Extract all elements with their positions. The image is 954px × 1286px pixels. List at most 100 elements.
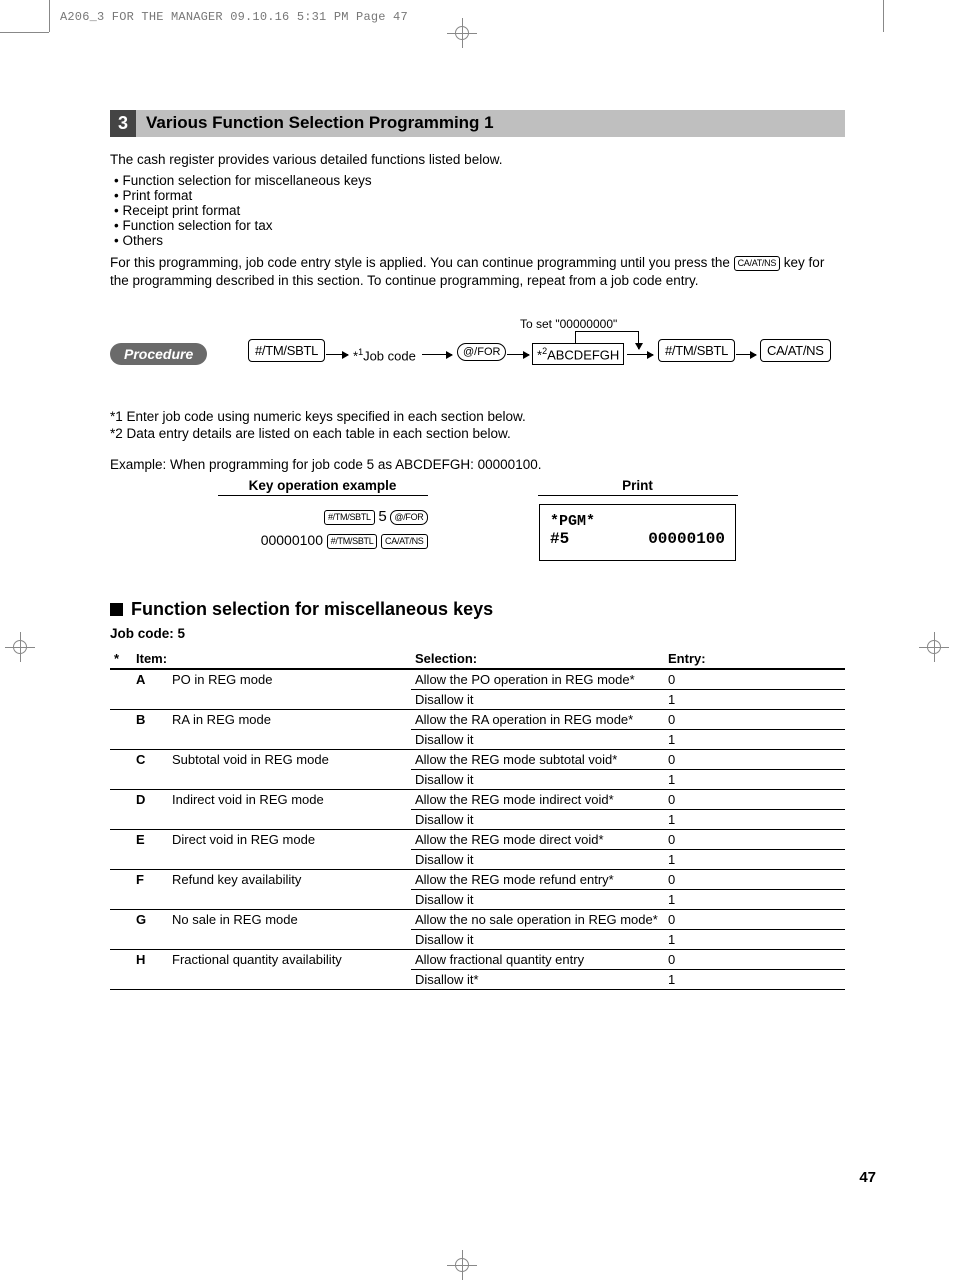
key-operation-rows: #/TM/SBTL 5 @/FOR 00000100 #/TM/SBTL CA/… (218, 504, 428, 553)
row-selection: Disallow it (411, 849, 664, 869)
row-selection: Disallow it (411, 929, 664, 949)
print-header: A206_3 FOR THE MANAGER 09.10.16 5:31 PM … (60, 10, 408, 24)
keycap-ca-at-ns: CA/AT/NS (760, 339, 831, 362)
row-entry: 1 (664, 809, 845, 829)
row-item: Subtotal void in REG mode (168, 749, 411, 789)
row-item: RA in REG mode (168, 709, 411, 749)
row-selection: Disallow it (411, 809, 664, 829)
table-row: HFractional quantity availabilityAllow f… (110, 949, 845, 969)
procedure-diagram: Procedure #/TM/SBTL *1Job code @/FOR *2A… (110, 311, 845, 391)
row-item: Direct void in REG mode (168, 829, 411, 869)
square-bullet-icon (110, 603, 123, 616)
print-value: 00000100 (648, 530, 725, 548)
table-row: DIndirect void in REG modeAllow the REG … (110, 789, 845, 809)
row-entry: 0 (664, 709, 845, 729)
crop-mark (49, 0, 50, 32)
row-selection: Allow the PO operation in REG mode* (411, 669, 664, 690)
row-letter: B (132, 709, 168, 749)
diagram-line (575, 331, 638, 332)
row-letter: C (132, 749, 168, 789)
keycap-at-for: @/FOR (390, 510, 427, 525)
bullet-item: Others (114, 233, 845, 248)
row-item: PO in REG mode (168, 669, 411, 710)
row-selection: Disallow it (411, 729, 664, 749)
print-line-1: *PGM* (550, 513, 725, 530)
row-item: Fractional quantity availability (168, 949, 411, 989)
page-number: 47 (859, 1169, 876, 1186)
bullet-item: Function selection for tax (114, 218, 845, 233)
receipt-print-box: *PGM* #5 00000100 (539, 504, 736, 561)
row-letter: E (132, 829, 168, 869)
row-entry: 1 (664, 689, 845, 709)
row-entry: 1 (664, 769, 845, 789)
row-item: Indirect void in REG mode (168, 789, 411, 829)
arrow-icon (627, 354, 653, 355)
crop-mark (0, 32, 49, 33)
diagram-line (575, 331, 576, 343)
table-row: BRA in REG modeAllow the RA operation in… (110, 709, 845, 729)
crop-mark (883, 0, 884, 32)
registration-mark (447, 18, 477, 48)
subsection-title: Function selection for miscellaneous key… (131, 599, 493, 620)
keycap-tm-sbtl: #/TM/SBTL (658, 339, 735, 362)
row-item: No sale in REG mode (168, 909, 411, 949)
digits: 00000100 (261, 532, 323, 548)
keycap-ca-at-ns: CA/AT/NS (734, 256, 780, 271)
bullet-item: Receipt print format (114, 203, 845, 218)
table-row: FRefund key availabilityAllow the REG mo… (110, 869, 845, 889)
col-head-item: Item: (132, 649, 411, 669)
key-operation-heading: Key operation example (218, 478, 428, 496)
row-letter: A (132, 669, 168, 710)
col-head-entry: Entry: (664, 649, 845, 669)
row-selection: Allow the REG mode refund entry* (411, 869, 664, 889)
table-row: CSubtotal void in REG modeAllow the REG … (110, 749, 845, 769)
row-entry: 1 (664, 889, 845, 909)
table-row: GNo sale in REG modeAllow the no sale op… (110, 909, 845, 929)
row-letter: H (132, 949, 168, 989)
keycap-at-for: @/FOR (457, 343, 506, 361)
row-selection: Disallow it (411, 769, 664, 789)
text: For this programming, job code entry sty… (110, 255, 734, 270)
note-1: *1 Enter job code using numeric keys spe… (110, 409, 845, 424)
row-selection: Allow the no sale operation in REG mode* (411, 909, 664, 929)
row-selection: Allow fractional quantity entry (411, 949, 664, 969)
function-selection-table: * Item: Selection: Entry: APO in REG mod… (110, 649, 845, 990)
digit: 5 (378, 508, 386, 525)
arrow-icon (507, 354, 529, 355)
print-heading: Print (538, 478, 738, 496)
arrow-icon (736, 354, 756, 355)
row-entry: 0 (664, 949, 845, 969)
keycap-tm-sbtl: #/TM/SBTL (248, 339, 325, 362)
intro-paragraph: The cash register provides various detai… (110, 151, 845, 169)
registration-mark (5, 632, 35, 662)
row-selection: Disallow it (411, 889, 664, 909)
example-intro: Example: When programming for job code 5… (110, 457, 845, 472)
row-item: Refund key availability (168, 869, 411, 909)
row-entry: 1 (664, 969, 845, 989)
note-2: *2 Data entry details are listed on each… (110, 426, 845, 441)
bullet-item: Function selection for miscellaneous key… (114, 173, 845, 188)
procedure-label: Procedure (110, 343, 207, 365)
table-row: APO in REG modeAllow the PO operation in… (110, 669, 845, 690)
row-entry: 0 (664, 869, 845, 889)
row-selection: Allow the REG mode direct void* (411, 829, 664, 849)
section-heading-bar: 3 Various Function Selection Programming… (110, 110, 845, 137)
row-letter: D (132, 789, 168, 829)
arrow-icon (326, 354, 348, 355)
row-entry: 0 (664, 669, 845, 690)
page-content: 3 Various Function Selection Programming… (110, 110, 845, 990)
row-entry: 0 (664, 789, 845, 809)
row-entry: 0 (664, 909, 845, 929)
row-entry: 1 (664, 729, 845, 749)
keycap-tm-sbtl: #/TM/SBTL (324, 510, 375, 525)
table-row: EDirect void in REG modeAllow the REG mo… (110, 829, 845, 849)
section-title: Various Function Selection Programming 1 (136, 110, 845, 137)
notes-block: *1 Enter job code using numeric keys spe… (110, 409, 845, 441)
row-selection: Disallow it (411, 689, 664, 709)
registration-mark (447, 1250, 477, 1280)
row-selection: Disallow it* (411, 969, 664, 989)
row-selection: Allow the RA operation in REG mode* (411, 709, 664, 729)
keycap-ca-at-ns: CA/AT/NS (381, 534, 427, 549)
job-code-node: *1Job code (353, 347, 416, 363)
row-letter: F (132, 869, 168, 909)
